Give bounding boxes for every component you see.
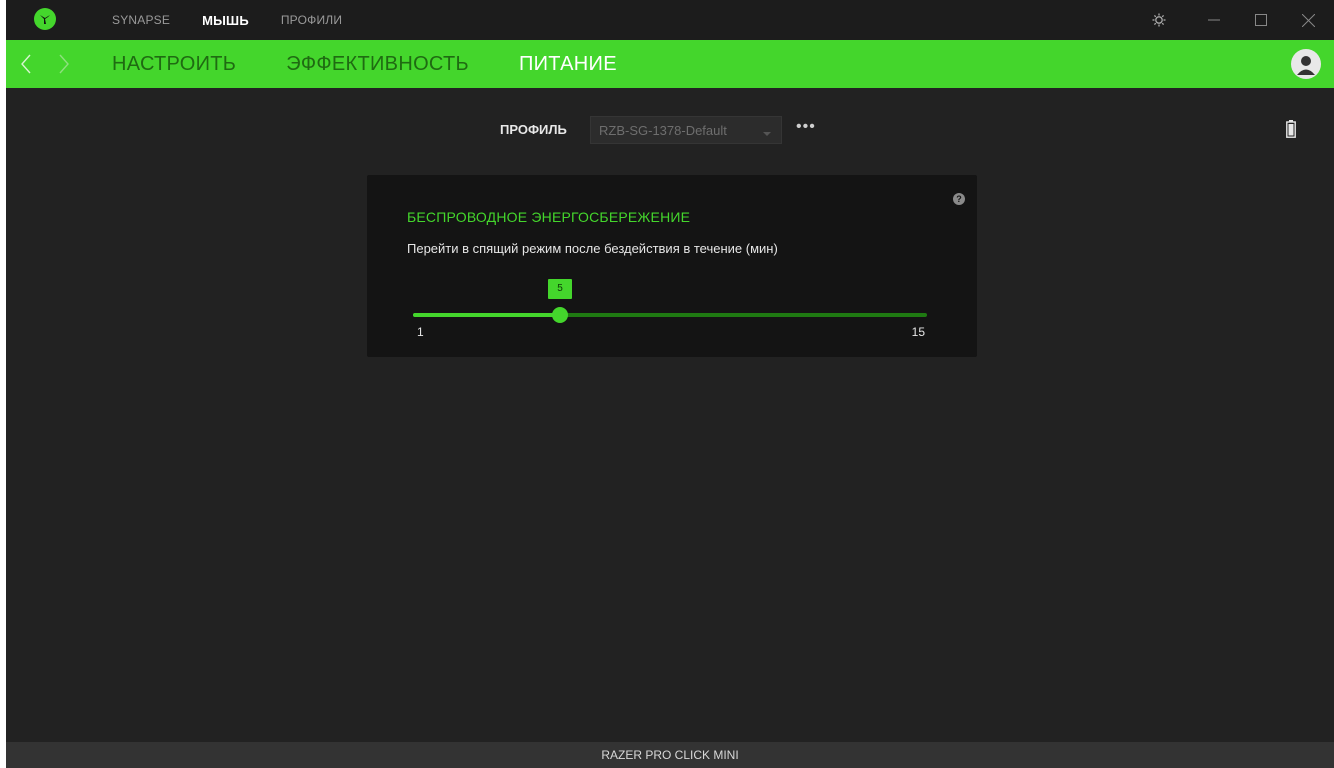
card-title: БЕСПРОВОДНОЕ ЭНЕРГОСБЕРЕЖЕНИЕ bbox=[407, 209, 691, 225]
nav-profiles[interactable]: ПРОФИЛИ bbox=[281, 13, 342, 27]
top-nav: SYNAPSE МЫШЬ ПРОФИЛИ bbox=[112, 0, 374, 40]
app-window: SYNAPSE МЫШЬ ПРОФИЛИ НАСТРОИТЬ ЭФФЕКТИВН… bbox=[6, 0, 1334, 768]
tab-customize[interactable]: НАСТРОИТЬ bbox=[112, 53, 236, 76]
help-icon[interactable]: ? bbox=[953, 193, 965, 205]
slider-thumb[interactable] bbox=[552, 307, 568, 323]
slider-max-label: 15 bbox=[911, 325, 925, 339]
chevron-down-icon bbox=[763, 125, 771, 143]
sleep-timer-slider[interactable]: 5 1 15 bbox=[413, 279, 927, 339]
card-description: Перейти в спящий режим после бездействия… bbox=[407, 241, 778, 256]
settings-icon[interactable] bbox=[1136, 0, 1182, 40]
device-name-footer: RAZER PRO CLICK MINI bbox=[6, 742, 1334, 768]
slider-value-bubble: 5 bbox=[548, 279, 572, 299]
minimize-icon[interactable] bbox=[1191, 0, 1237, 40]
nav-synapse[interactable]: SYNAPSE bbox=[112, 13, 170, 27]
battery-icon[interactable] bbox=[1286, 120, 1296, 143]
forward-arrow-icon[interactable] bbox=[58, 53, 70, 80]
razer-logo-icon[interactable] bbox=[34, 8, 56, 30]
back-arrow-icon[interactable] bbox=[20, 53, 32, 80]
maximize-icon[interactable] bbox=[1238, 0, 1284, 40]
sub-nav-bar: НАСТРОИТЬ ЭФФЕКТИВНОСТЬ ПИТАНИЕ bbox=[6, 40, 1334, 88]
profile-dropdown[interactable]: RZB-SG-1378-Default bbox=[590, 116, 782, 144]
sub-tabs: НАСТРОИТЬ ЭФФЕКТИВНОСТЬ ПИТАНИЕ bbox=[112, 40, 667, 88]
profile-label: ПРОФИЛЬ bbox=[500, 122, 567, 137]
nav-mouse[interactable]: МЫШЬ bbox=[202, 13, 249, 28]
close-icon[interactable] bbox=[1285, 0, 1331, 40]
title-bar: SYNAPSE МЫШЬ ПРОФИЛИ bbox=[6, 0, 1334, 40]
slider-min-label: 1 bbox=[417, 325, 424, 339]
slider-fill bbox=[413, 313, 560, 317]
user-avatar-icon[interactable] bbox=[1291, 49, 1321, 79]
profile-dropdown-value: RZB-SG-1378-Default bbox=[599, 123, 727, 138]
tab-performance[interactable]: ЭФФЕКТИВНОСТЬ bbox=[286, 53, 469, 76]
wireless-power-saving-card: ? БЕСПРОВОДНОЕ ЭНЕРГОСБЕРЕЖЕНИЕ Перейти … bbox=[367, 175, 977, 357]
tab-power[interactable]: ПИТАНИЕ bbox=[519, 53, 617, 76]
more-options-button[interactable]: ••• bbox=[796, 118, 816, 136]
